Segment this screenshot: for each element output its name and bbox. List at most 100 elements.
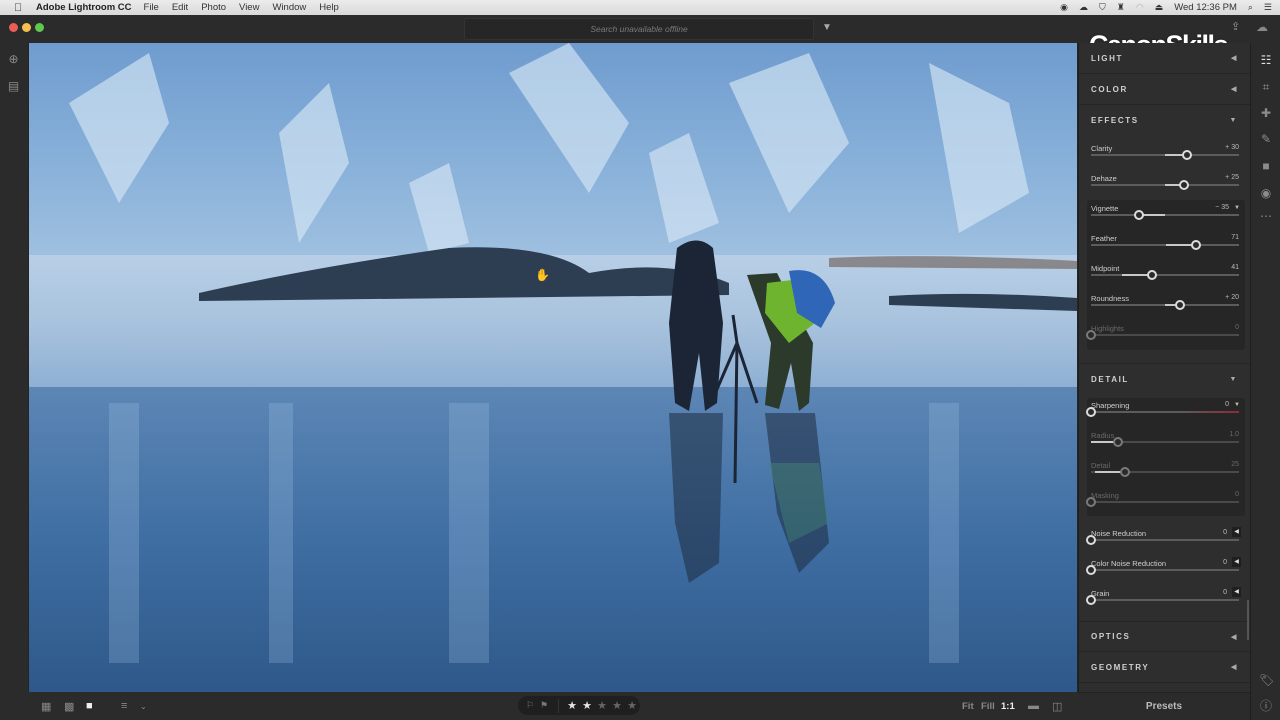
slider-value[interactable]: 0 bbox=[1223, 589, 1227, 596]
filmstrip-icon[interactable]: ▬ bbox=[1028, 700, 1039, 712]
slider-detail[interactable]: Detail 25 bbox=[1091, 461, 1239, 491]
slider-color-noise-reduction[interactable]: Color Noise Reduction 0 ◀ bbox=[1086, 557, 1241, 589]
collapse-arrow-icon[interactable]: ◀ bbox=[1231, 54, 1238, 62]
crop-icon[interactable]: ⌗ bbox=[1259, 80, 1273, 94]
slider-knob[interactable] bbox=[1086, 497, 1096, 507]
slider-value[interactable]: 71 bbox=[1231, 234, 1239, 241]
presets-button[interactable]: Presets bbox=[1078, 692, 1250, 720]
more-icon[interactable]: ⋯ bbox=[1259, 209, 1273, 223]
slider-knob[interactable] bbox=[1120, 467, 1131, 477]
reject-flag-icon[interactable]: ⚑ bbox=[540, 700, 551, 711]
eject-icon[interactable]: ⏏ bbox=[1155, 2, 1164, 13]
slider-knob[interactable] bbox=[1191, 240, 1202, 250]
star-1-icon[interactable]: ★ bbox=[566, 699, 578, 712]
photo-canvas[interactable] bbox=[29, 43, 1077, 692]
square-grid-view-icon[interactable]: ▩ bbox=[64, 700, 74, 713]
slider-noise-reduction[interactable]: Noise Reduction 0 ◀ bbox=[1086, 527, 1241, 559]
app-menu[interactable]: Adobe Lightroom CC bbox=[36, 2, 132, 13]
slider-knob[interactable] bbox=[1086, 535, 1096, 545]
share-icon[interactable]: ⇪ bbox=[1231, 20, 1240, 33]
brush-icon[interactable]: ✎ bbox=[1259, 132, 1273, 146]
slider-value[interactable]: 41 bbox=[1231, 264, 1239, 271]
slider-track[interactable] bbox=[1091, 274, 1239, 276]
slider-track[interactable] bbox=[1091, 539, 1239, 541]
slider-clarity[interactable]: Clarity + 30 bbox=[1091, 144, 1239, 174]
slider-value[interactable]: 0 bbox=[1223, 529, 1227, 536]
slider-track[interactable] bbox=[1091, 599, 1239, 601]
slider-radius[interactable]: Radius 1.0 bbox=[1091, 431, 1239, 461]
collapse-arrow-icon[interactable]: ◀ bbox=[1231, 633, 1238, 641]
compare-before-after-icon[interactable]: ◫ bbox=[1052, 700, 1062, 713]
add-photos-icon[interactable]: ⊕ bbox=[7, 53, 20, 66]
submenu-toggle-icon[interactable]: ▼ bbox=[1234, 205, 1240, 211]
slider-knob[interactable] bbox=[1178, 180, 1189, 190]
slider-dehaze[interactable]: Dehaze + 25 bbox=[1091, 174, 1239, 204]
zoom-window-button[interactable] bbox=[35, 23, 44, 32]
edit-sliders-icon[interactable]: ☷ bbox=[1259, 53, 1273, 67]
menu-view[interactable]: View bbox=[239, 2, 259, 13]
slider-knob[interactable] bbox=[1086, 565, 1096, 575]
expand-options-icon[interactable]: ◀ bbox=[1232, 557, 1241, 567]
radial-gradient-icon[interactable]: ◉ bbox=[1259, 186, 1273, 200]
section-color[interactable]: COLOR ◀ bbox=[1079, 74, 1250, 105]
slider-knob[interactable] bbox=[1112, 437, 1123, 447]
slider-roundness[interactable]: Roundness + 20 bbox=[1091, 294, 1239, 324]
healing-brush-icon[interactable]: ✚ bbox=[1259, 106, 1273, 120]
slider-value[interactable]: 0 bbox=[1223, 559, 1227, 566]
slider-value[interactable]: + 20 bbox=[1225, 294, 1239, 301]
notification-center-icon[interactable]: ☰ bbox=[1264, 2, 1272, 13]
filter-icon[interactable]: ▼ bbox=[822, 22, 832, 33]
slider-vignette[interactable]: Vignette − 35 ▼ bbox=[1091, 204, 1240, 234]
pick-flag-icon[interactable]: ⚐ bbox=[526, 700, 537, 711]
sort-chevron-down-icon[interactable]: ⌄ bbox=[140, 702, 147, 711]
section-effects[interactable]: EFFECTS ▼ bbox=[1079, 105, 1250, 136]
menu-photo[interactable]: Photo bbox=[201, 2, 226, 13]
section-detail[interactable]: DETAIL ▼ bbox=[1079, 363, 1250, 394]
close-window-button[interactable] bbox=[9, 23, 18, 32]
slider-highlights[interactable]: Highlights 0 bbox=[1086, 324, 1239, 354]
menu-help[interactable]: Help bbox=[319, 2, 339, 13]
submenu-toggle-icon[interactable]: ▼ bbox=[1234, 402, 1240, 408]
clock[interactable]: Wed 12:36 PM bbox=[1174, 2, 1237, 13]
slider-value[interactable]: 0 bbox=[1225, 401, 1229, 408]
tag-icon[interactable]: 🏷 bbox=[1259, 673, 1274, 687]
collapse-arrow-icon[interactable]: ◀ bbox=[1231, 85, 1238, 93]
slider-track[interactable] bbox=[1091, 214, 1239, 216]
slider-track[interactable] bbox=[1091, 501, 1239, 503]
section-light[interactable]: LIGHT ◀ bbox=[1079, 43, 1250, 74]
expand-arrow-icon[interactable]: ▼ bbox=[1229, 376, 1238, 383]
slider-midpoint[interactable]: Midpoint 41 bbox=[1091, 264, 1239, 294]
my-photos-icon[interactable]: ▤ bbox=[7, 80, 20, 93]
apple-menu-icon[interactable]:  bbox=[14, 2, 28, 14]
linear-gradient-icon[interactable]: ■ bbox=[1259, 159, 1273, 173]
zoom-fit-button[interactable]: Fit bbox=[962, 701, 974, 712]
slider-value[interactable]: + 30 bbox=[1225, 144, 1239, 151]
section-optics[interactable]: OPTICS ◀ bbox=[1079, 621, 1250, 652]
star-2-icon[interactable]: ★ bbox=[581, 699, 593, 712]
detail-view-icon[interactable]: ■ bbox=[86, 700, 93, 712]
menu-edit[interactable]: Edit bbox=[172, 2, 188, 13]
sort-icon[interactable]: ≡ bbox=[121, 700, 127, 712]
slider-track[interactable] bbox=[1091, 411, 1239, 413]
slider-knob[interactable] bbox=[1086, 407, 1096, 417]
slider-track[interactable] bbox=[1091, 244, 1239, 246]
slider-knob[interactable] bbox=[1134, 210, 1145, 220]
section-geometry[interactable]: GEOMETRY ◀ bbox=[1079, 652, 1250, 683]
menu-file[interactable]: File bbox=[144, 2, 159, 13]
panel-scrollbar[interactable] bbox=[1247, 600, 1249, 640]
slider-knob[interactable] bbox=[1182, 150, 1193, 160]
search-input[interactable]: Search unavailable offline bbox=[464, 18, 814, 40]
star-5-icon[interactable]: ★ bbox=[626, 699, 638, 712]
star-4-icon[interactable]: ★ bbox=[611, 699, 623, 712]
slider-masking[interactable]: Masking 0 bbox=[1086, 491, 1239, 521]
slider-track[interactable] bbox=[1091, 569, 1239, 571]
collapse-arrow-icon[interactable]: ◀ bbox=[1231, 663, 1238, 671]
slider-knob[interactable] bbox=[1086, 330, 1096, 340]
slider-feather[interactable]: Feather 71 bbox=[1091, 234, 1239, 264]
zoom-1to1-button[interactable]: 1:1 bbox=[1001, 701, 1015, 712]
expand-options-icon[interactable]: ◀ bbox=[1232, 527, 1241, 537]
slider-sharpening[interactable]: Sharpening 0 ▼ bbox=[1086, 401, 1240, 431]
slider-value[interactable]: 1.0 bbox=[1229, 431, 1239, 438]
slider-value[interactable]: 0 bbox=[1235, 491, 1239, 498]
wifi-icon[interactable]: ◠ bbox=[1136, 2, 1144, 13]
